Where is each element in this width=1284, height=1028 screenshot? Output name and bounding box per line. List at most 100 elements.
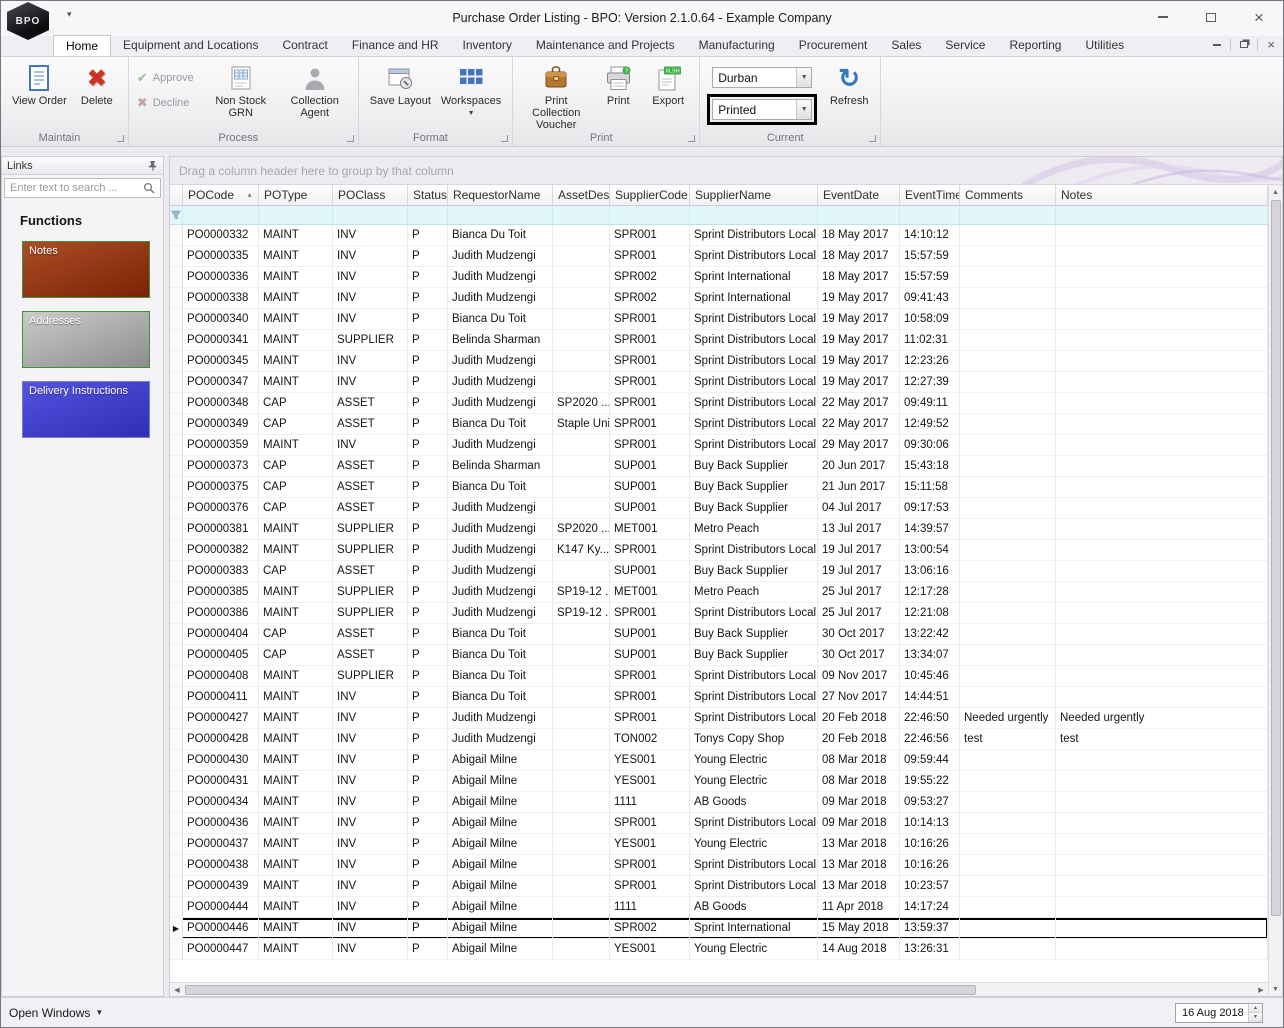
cell-notes[interactable] — [1056, 582, 1268, 603]
cell-requestorname[interactable]: Abigail Milne — [448, 855, 553, 876]
cell-suppliercode[interactable]: YES001 — [610, 834, 690, 855]
cell-requestorname[interactable]: Judith Mudzengi — [448, 372, 553, 393]
cell-pocode[interactable]: PO0000444 — [183, 897, 259, 918]
cell-assetdesc[interactable] — [553, 498, 610, 519]
cell-suppliercode[interactable]: TON002 — [610, 729, 690, 750]
cell-pocode[interactable]: PO0000359 — [183, 435, 259, 456]
cell-requestorname[interactable]: Belinda Sharman — [448, 330, 553, 351]
cell-requestorname[interactable]: Abigail Milne — [448, 771, 553, 792]
cell-poclass[interactable]: INV — [333, 813, 408, 834]
cell-suppliername[interactable]: Sprint Distributors Local — [690, 225, 818, 246]
cell-eventtime[interactable]: 13:59:37 — [900, 918, 960, 939]
cell-suppliername[interactable]: Sprint Distributors Local — [690, 603, 818, 624]
cell-requestorname[interactable]: Bianca Du Toit — [448, 477, 553, 498]
cell-eventdate[interactable]: 27 Nov 2017 — [818, 687, 900, 708]
cell-poclass[interactable]: INV — [333, 834, 408, 855]
cell-poclass[interactable]: SUPPLIER — [333, 330, 408, 351]
cell-eventtime[interactable]: 09:49:11 — [900, 393, 960, 414]
table-row[interactable]: PO0000447 MAINT INV P Abigail Milne YES001 You… — [170, 939, 1268, 960]
cell-eventdate[interactable]: 08 Mar 2018 — [818, 750, 900, 771]
cell-poclass[interactable]: ASSET — [333, 414, 408, 435]
scroll-up-icon[interactable]: ▲ — [1269, 185, 1283, 199]
table-row[interactable]: PO0000373 CAP ASSET P Belinda Sharman SUP001 B… — [170, 456, 1268, 477]
cell-pocode[interactable]: PO0000439 — [183, 876, 259, 897]
maximize-button[interactable] — [1201, 6, 1221, 28]
cell-suppliercode[interactable]: SPR001 — [610, 372, 690, 393]
cell-eventdate[interactable]: 13 Mar 2018 — [818, 834, 900, 855]
mdi-restore-button[interactable] — [1240, 41, 1249, 48]
cell-pocode[interactable]: PO0000434 — [183, 792, 259, 813]
cell-suppliercode[interactable]: SPR001 — [610, 876, 690, 897]
cell-status[interactable]: P — [408, 876, 448, 897]
column-header-pocode[interactable]: POCode ▲ — [183, 185, 259, 206]
cell-pocode[interactable]: PO0000376 — [183, 498, 259, 519]
cell-pocode[interactable]: PO0000447 — [183, 939, 259, 960]
table-row[interactable]: PO0000438 MAINT INV P Abigail Milne SPR001 Spr… — [170, 855, 1268, 876]
tab-manufacturing[interactable]: Manufacturing — [687, 35, 787, 56]
cell-assetdesc[interactable] — [553, 834, 610, 855]
cell-potype[interactable]: MAINT — [259, 792, 333, 813]
function-link-notes[interactable]: Notes — [22, 241, 150, 298]
table-row[interactable]: PO0000444 MAINT INV P Abigail Milne 1111 AB Go… — [170, 897, 1268, 918]
cell-eventdate[interactable]: 19 May 2017 — [818, 351, 900, 372]
cell-poclass[interactable]: ASSET — [333, 456, 408, 477]
cell-status[interactable]: P — [408, 582, 448, 603]
cell-comments[interactable] — [960, 813, 1056, 834]
column-header-suppliercode[interactable]: SupplierCode — [610, 185, 690, 206]
cell-status[interactable]: P — [408, 603, 448, 624]
cell-eventdate[interactable]: 18 May 2017 — [818, 246, 900, 267]
cell-comments[interactable] — [960, 414, 1056, 435]
cell-eventdate[interactable]: 09 Nov 2017 — [818, 666, 900, 687]
cell-status[interactable]: P — [408, 645, 448, 666]
tab-maintenance-and-projects[interactable]: Maintenance and Projects — [524, 35, 687, 56]
cell-potype[interactable]: MAINT — [259, 519, 333, 540]
cell-notes[interactable] — [1056, 225, 1268, 246]
cell-eventdate[interactable]: 25 Jul 2017 — [818, 582, 900, 603]
table-row[interactable]: PO0000437 MAINT INV P Abigail Milne YES001 You… — [170, 834, 1268, 855]
cell-suppliercode[interactable]: SUP001 — [610, 498, 690, 519]
table-row[interactable]: PO0000338 MAINT INV P Judith Mudzengi SPR002 S… — [170, 288, 1268, 309]
tab-inventory[interactable]: Inventory — [451, 35, 524, 56]
cell-eventtime[interactable]: 12:17:28 — [900, 582, 960, 603]
cell-suppliercode[interactable]: SPR001 — [610, 330, 690, 351]
horizontal-scrollbar-thumb[interactable] — [185, 984, 976, 995]
cell-requestorname[interactable]: Judith Mudzengi — [448, 540, 553, 561]
cell-suppliername[interactable]: Buy Back Supplier — [690, 624, 818, 645]
cell-suppliername[interactable]: Buy Back Supplier — [690, 456, 818, 477]
table-row[interactable]: PO0000411 MAINT INV P Bianca Du Toit SPR001 Sp… — [170, 687, 1268, 708]
cell-potype[interactable]: CAP — [259, 414, 333, 435]
cell-suppliercode[interactable]: SPR001 — [610, 813, 690, 834]
cell-comments[interactable] — [960, 582, 1056, 603]
cell-poclass[interactable]: ASSET — [333, 393, 408, 414]
cell-requestorname[interactable]: Abigail Milne — [448, 813, 553, 834]
cell-comments[interactable] — [960, 351, 1056, 372]
cell-pocode[interactable]: PO0000373 — [183, 456, 259, 477]
table-row-selected[interactable]: ▶ PO0000446 MAINT INV P Abigail Milne SPR002 Sp… — [170, 918, 1268, 939]
cell-suppliername[interactable]: Buy Back Supplier — [690, 561, 818, 582]
cell-notes[interactable] — [1056, 414, 1268, 435]
approve-button[interactable]: ✔ Approve — [137, 70, 194, 86]
table-row[interactable]: PO0000381 MAINT SUPPLIER P Judith Mudzengi SP… — [170, 519, 1268, 540]
cell-pocode[interactable]: PO0000405 — [183, 645, 259, 666]
cell-potype[interactable]: MAINT — [259, 939, 333, 960]
cell-pocode[interactable]: PO0000428 — [183, 729, 259, 750]
chevron-down-icon[interactable]: ▼ — [796, 68, 812, 87]
cell-requestorname[interactable]: Judith Mudzengi — [448, 729, 553, 750]
cell-eventdate[interactable]: 25 Jul 2017 — [818, 603, 900, 624]
cell-status[interactable]: P — [408, 939, 448, 960]
tab-contract[interactable]: Contract — [270, 35, 339, 56]
cell-poclass[interactable]: SUPPLIER — [333, 519, 408, 540]
cell-requestorname[interactable]: Judith Mudzengi — [448, 519, 553, 540]
cell-eventdate[interactable]: 18 May 2017 — [818, 225, 900, 246]
cell-notes[interactable] — [1056, 267, 1268, 288]
cell-notes[interactable] — [1056, 792, 1268, 813]
cell-suppliername[interactable]: Buy Back Supplier — [690, 477, 818, 498]
cell-suppliername[interactable]: Sprint Distributors Local — [690, 540, 818, 561]
cell-notes[interactable] — [1056, 603, 1268, 624]
export-button[interactable]: XLSH Export — [645, 60, 691, 107]
cell-suppliername[interactable]: AB Goods — [690, 897, 818, 918]
cell-poclass[interactable]: INV — [333, 267, 408, 288]
cell-eventdate[interactable]: 13 Jul 2017 — [818, 519, 900, 540]
cell-eventtime[interactable]: 14:17:24 — [900, 897, 960, 918]
cell-status[interactable]: P — [408, 855, 448, 876]
